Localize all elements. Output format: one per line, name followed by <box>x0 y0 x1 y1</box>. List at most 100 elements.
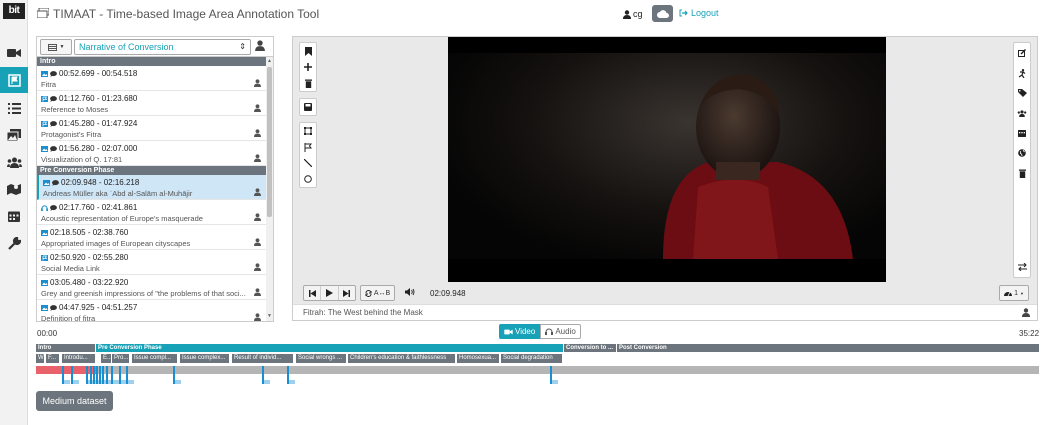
annotation-list-item[interactable]: 02:17.760 - 02:41.861 Acoustic representa… <box>37 200 266 225</box>
annotation-author[interactable] <box>254 238 261 248</box>
annotation-author[interactable] <box>254 263 261 273</box>
user-icon[interactable] <box>254 188 261 196</box>
timeline-category[interactable]: Conversion to ... <box>564 344 616 352</box>
timeline-subsegment[interactable]: W <box>36 354 45 363</box>
timeline-subsegment[interactable]: Social wrongs ... <box>296 354 347 363</box>
sync-button[interactable] <box>652 5 673 22</box>
actors-button[interactable] <box>1014 105 1030 121</box>
timeline-subsegment[interactable]: Homosexua... <box>457 354 500 363</box>
annotation-author[interactable] <box>254 129 261 139</box>
timeline-subsegment[interactable]: Social degradation <box>501 354 563 363</box>
nav-actors-button[interactable] <box>0 149 28 175</box>
user-icon[interactable] <box>254 104 261 112</box>
scroll-up-icon[interactable]: ▲ <box>267 58 272 64</box>
annotation-list-item[interactable]: 00:52.699 - 00:54.518 Fitra <box>37 66 266 91</box>
list-view-toggle[interactable]: ▼ <box>40 39 72 55</box>
logout-link[interactable]: Logout <box>679 8 719 18</box>
line-tool-button[interactable] <box>300 155 316 171</box>
annotation-author[interactable] <box>254 313 261 321</box>
annotation-author[interactable] <box>254 213 261 223</box>
delete-button[interactable] <box>1014 165 1030 181</box>
save-button[interactable] <box>300 99 316 115</box>
events-button[interactable] <box>1014 125 1030 141</box>
timeline-subsegment[interactable]: Introdu... <box>62 354 96 363</box>
timeline-category[interactable]: Post Conversion <box>617 344 1039 352</box>
annotation-list-item[interactable]: 02:50.920 - 02:55.280 Social Media Link <box>37 250 266 275</box>
user-icon[interactable] <box>254 288 261 296</box>
timeline-track[interactable] <box>36 366 1039 374</box>
video-frame[interactable] <box>448 37 886 282</box>
nav-videos-button[interactable] <box>0 40 28 66</box>
list-scrollbar[interactable]: ▲ ▼ <box>266 57 273 321</box>
circle-tool-button[interactable] <box>300 171 316 187</box>
timeline[interactable]: Intro Pre Conversion Phase Conversion to .… <box>36 344 1039 388</box>
user-icon[interactable] <box>254 238 261 246</box>
annotation-time-text: 02:09.948 - 02:16.218 <box>61 178 140 187</box>
user-icon[interactable] <box>254 79 261 87</box>
timeline-subsegment[interactable]: F... <box>46 354 60 363</box>
timeline-subsegment[interactable]: E... <box>101 354 112 363</box>
nav-images-button[interactable] <box>0 122 28 148</box>
medium-dataset-button[interactable]: Medium dataset <box>36 391 113 411</box>
analysis-select-value: Narrative of Conversion <box>79 42 174 52</box>
timeline-subsegment[interactable]: Issue complex... <box>180 354 230 363</box>
timeline-subsegment[interactable]: Result of individ... <box>232 354 294 363</box>
swap-button[interactable] <box>1014 259 1030 275</box>
annotation-list-item[interactable]: 01:12.760 - 01:23.680 Reference to Moses <box>37 91 266 116</box>
analysis-select[interactable]: Narrative of Conversion ⇕ <box>74 39 251 55</box>
annotation-author[interactable] <box>254 79 261 89</box>
globe-icon <box>1018 149 1026 157</box>
image-icon <box>41 145 48 152</box>
action-button[interactable] <box>1014 65 1030 81</box>
nav-events-button[interactable] <box>0 203 28 229</box>
annotation-author[interactable] <box>254 288 261 298</box>
loop-button[interactable]: A↔B <box>360 285 395 301</box>
annotation-list-item[interactable]: 02:18.505 - 02:38.760 Appropriated images… <box>37 225 266 250</box>
user-icon[interactable] <box>254 213 261 221</box>
user-icon[interactable] <box>254 313 261 321</box>
nav-list-button[interactable] <box>0 95 28 121</box>
previous-frame-button[interactable] <box>304 286 322 300</box>
timeline-subsegment[interactable]: Pro... <box>112 354 130 363</box>
timeline-category[interactable]: Intro <box>36 344 95 352</box>
headphones-icon <box>545 328 554 335</box>
user-icon[interactable] <box>254 129 261 137</box>
volume-icon[interactable] <box>405 288 415 296</box>
annotation-list-item[interactable]: 02:09.948 - 02:16.218 Andreas Müller aka … <box>37 175 266 200</box>
next-frame-button[interactable] <box>339 286 355 300</box>
scroll-down-icon[interactable]: ▼ <box>267 313 272 319</box>
annotation-list-item[interactable]: 01:56.280 - 02:07.000 Visualization of Q.… <box>37 141 266 166</box>
nav-locations-button[interactable] <box>0 176 28 202</box>
image-icon <box>41 70 48 77</box>
annotation-author[interactable] <box>254 104 261 114</box>
scroll-thumb[interactable] <box>267 67 272 217</box>
tab-video[interactable]: Video <box>499 324 541 339</box>
playback-speed-button[interactable]: 1 ▼ <box>999 285 1029 301</box>
timeline-category[interactable]: Pre Conversion Phase <box>96 344 563 352</box>
locations-button[interactable] <box>1014 145 1030 161</box>
annotation-list-item[interactable]: 04:47.925 - 04:51.257 Definition of fitra <box>37 300 266 321</box>
nav-settings-button[interactable] <box>0 230 28 256</box>
delete-annotation-button[interactable] <box>300 75 316 91</box>
user-icon[interactable] <box>1022 308 1030 317</box>
edit-button[interactable] <box>1014 45 1030 61</box>
rectangle-tool-button[interactable] <box>300 123 316 139</box>
trash-icon <box>1018 169 1026 178</box>
play-button[interactable] <box>321 286 339 300</box>
annotation-list-item[interactable]: 01:45.280 - 01:47.924 Protagonist's Fitra <box>37 116 266 141</box>
tags-button[interactable] <box>1014 85 1030 101</box>
user-icon[interactable] <box>255 40 265 51</box>
add-annotation-button[interactable] <box>300 59 316 75</box>
annotation-title: Andreas Müller aka ʿAbd al-Salām al-Muhā… <box>43 189 193 198</box>
tab-audio[interactable]: Audio <box>540 324 581 339</box>
polygon-tool-button[interactable] <box>300 139 316 155</box>
nav-annotation-button[interactable] <box>0 67 28 93</box>
timeline-subsegment[interactable]: Issue compl... <box>132 354 178 363</box>
bookmark-button[interactable] <box>300 43 316 59</box>
timeline-subsegment[interactable]: Children's education & faithlessness <box>348 354 456 363</box>
user-icon[interactable] <box>254 154 261 162</box>
user-icon[interactable] <box>254 263 261 271</box>
annotation-author[interactable] <box>254 188 261 198</box>
annotation-author[interactable] <box>254 154 261 164</box>
annotation-list-item[interactable]: 03:05.480 - 03:22.920 Grey and greenish i… <box>37 275 266 300</box>
